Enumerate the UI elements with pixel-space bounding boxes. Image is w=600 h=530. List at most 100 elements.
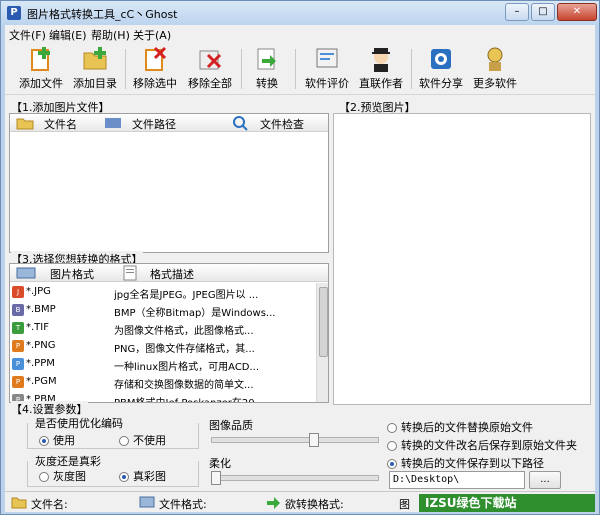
format-row-ppm[interactable]: P *.PPM 一种linux图片格式，可用ACD... — [10, 355, 310, 373]
quality-slider-thumb[interactable] — [308, 433, 319, 447]
remove-selected-button[interactable]: 移除选中 — [129, 45, 181, 93]
feedback-icon — [316, 48, 338, 68]
col-description[interactable]: 格式描述 — [150, 266, 194, 282]
format-desc: jpg全名是JPEG。JPEG图片以 ... — [114, 290, 259, 301]
title-bar[interactable]: P 图片格式转换工具_cC丶Ghost – □ ✕ — [1, 1, 599, 25]
format-row-bmp[interactable]: B *.BMP BMP（全称Bitmap）是Windows... — [10, 301, 310, 319]
share-icon — [431, 49, 451, 69]
replace-label: 转换后的文件替换原始文件 — [401, 421, 533, 434]
convert-icon — [267, 497, 280, 509]
menu-about[interactable]: 关于(A) — [133, 27, 171, 43]
format-desc: 为图像文件格式，此图像格式... — [114, 326, 254, 337]
menu-file[interactable]: 文件(F) — [9, 27, 46, 43]
color-option[interactable]: 真彩图 — [119, 468, 166, 484]
client-area: 文件(F) 编辑(E) 帮助(H) 关于(A) 添加文件 添加目录 移除选中 移… — [5, 25, 595, 528]
format-row-pgm[interactable]: P *.PGM 存储和交换图像数据的简单文... — [10, 373, 310, 391]
optimize-nouse-option[interactable]: 不使用 — [119, 432, 166, 448]
soften-slider-thumb[interactable] — [211, 471, 221, 485]
more-software-label: 更多软件 — [473, 77, 517, 90]
file-list-header: 文件名 文件路径 文件检查 — [10, 114, 328, 132]
radio-rename[interactable] — [387, 441, 397, 451]
watermark-banner: IZSU绿色下载站 www.jz5u.com — [419, 494, 595, 528]
status-bar: 文件名: 文件格式: 欲转换格式: 图 IZSU绿色下载站 www.jz5u.c… — [5, 491, 595, 528]
rename-option[interactable]: 转换的文件改名后保存到原始文件夹 — [387, 437, 577, 453]
gray-option[interactable]: 灰度图 — [39, 468, 86, 484]
format-ext: *.TIF — [26, 322, 49, 333]
gray-option-label: 灰度图 — [53, 470, 86, 483]
more-software-button[interactable]: 更多软件 — [469, 45, 521, 93]
quality-label: 图像品质 — [209, 419, 253, 432]
col-filepath[interactable]: 文件路径 — [132, 116, 176, 132]
remove-selected-label: 移除选中 — [133, 77, 177, 90]
add-file-label: 添加文件 — [19, 77, 63, 90]
format-ext: *.JPG — [26, 286, 51, 297]
file-list[interactable]: 文件名 文件路径 文件检查 — [9, 113, 329, 253]
save-path-field[interactable]: D:\Desktop\ — [389, 471, 525, 489]
contact-button[interactable]: 直联作者 — [355, 45, 407, 93]
col-filecheck[interactable]: 文件检查 — [260, 116, 304, 132]
share-button[interactable]: 软件分享 — [415, 45, 467, 93]
app-icon: P — [7, 6, 21, 20]
format-desc: 一种linux图片格式，可用ACD... — [114, 362, 260, 373]
radio-nouse[interactable] — [119, 436, 129, 446]
menu-help[interactable]: 帮助(H) — [91, 27, 130, 43]
format-ext: *.BMP — [26, 304, 56, 315]
convert-icon — [257, 48, 276, 70]
maximize-button[interactable]: □ — [531, 3, 555, 21]
saveto-option[interactable]: 转换后的文件保存到以下路径 — [387, 455, 544, 471]
tif-icon: T — [12, 322, 24, 334]
scrollbar-thumb[interactable] — [319, 287, 328, 357]
col-filename[interactable]: 文件名 — [44, 116, 77, 132]
optimize-use-option[interactable]: 使用 — [39, 432, 75, 448]
image-icon — [139, 496, 155, 508]
color-option-label: 真彩图 — [133, 470, 166, 483]
radio-color[interactable] — [119, 472, 129, 482]
add-file-icon — [31, 47, 50, 71]
toolbar-separator — [411, 49, 412, 89]
add-dir-label: 添加目录 — [73, 77, 117, 90]
format-desc: PNG，图像文件存储格式，其... — [114, 344, 255, 355]
soften-label: 柔化 — [209, 457, 231, 470]
pgm-icon: P — [12, 376, 24, 388]
soften-slider[interactable] — [211, 475, 379, 481]
search-icon — [233, 116, 248, 131]
png-icon: P — [12, 340, 24, 352]
status-target: 欲转换格式: — [285, 498, 344, 511]
add-dir-button[interactable]: 添加目录 — [69, 45, 121, 93]
convert-button[interactable]: 转换 — [247, 45, 287, 93]
radio-replace[interactable] — [387, 423, 397, 433]
radio-gray[interactable] — [39, 472, 49, 482]
status-fileformat: 文件格式: — [159, 498, 207, 511]
format-row-png[interactable]: P *.PNG PNG，图像文件存储格式，其... — [10, 337, 310, 355]
format-rows: J *.JPG jpg全名是JPEG。JPEG图片以 ... B *.BMP B… — [10, 283, 314, 402]
add-folder-icon — [83, 47, 107, 70]
convert-label: 转换 — [256, 77, 278, 90]
toolbar-separator — [125, 49, 126, 89]
toolbar-separator — [241, 49, 242, 89]
add-file-button[interactable]: 添加文件 — [15, 45, 67, 93]
jpg-icon: J — [12, 286, 24, 298]
status-extra: 图 — [399, 498, 410, 511]
radio-saveto[interactable] — [387, 459, 397, 469]
window-title: 图片格式转换工具_cC丶Ghost — [27, 8, 178, 21]
format-row-tif[interactable]: T *.TIF 为图像文件格式，此图像格式... — [10, 319, 310, 337]
rate-button[interactable]: 软件评价 — [301, 45, 353, 93]
format-desc: 存储和交换图像数据的简单文... — [114, 380, 254, 391]
minimize-button[interactable]: – — [505, 3, 529, 21]
replace-option[interactable]: 转换后的文件替换原始文件 — [387, 419, 533, 435]
remove-all-icon — [199, 50, 222, 70]
format-list-scrollbar[interactable] — [316, 283, 328, 402]
menu-edit[interactable]: 编辑(E) — [49, 27, 87, 43]
format-desc: PBM格式由Jef Poskanzer在20... — [114, 394, 304, 402]
format-ext: *.PNG — [26, 340, 56, 351]
format-list[interactable]: 图片格式 格式描述 J *.JPG jpg全名是JPEG。JPEG图片以 ...… — [9, 263, 329, 403]
col-format[interactable]: 图片格式 — [50, 266, 94, 282]
close-button[interactable]: ✕ — [557, 3, 597, 21]
radio-use[interactable] — [39, 436, 49, 446]
browse-button[interactable]: ... — [529, 471, 561, 489]
format-row-jpg[interactable]: J *.JPG jpg全名是JPEG。JPEG图片以 ... — [10, 283, 310, 301]
preview-panel — [333, 113, 591, 405]
remove-all-button[interactable]: 移除全部 — [183, 45, 237, 93]
author-icon — [372, 48, 390, 72]
quality-slider[interactable] — [211, 437, 379, 443]
